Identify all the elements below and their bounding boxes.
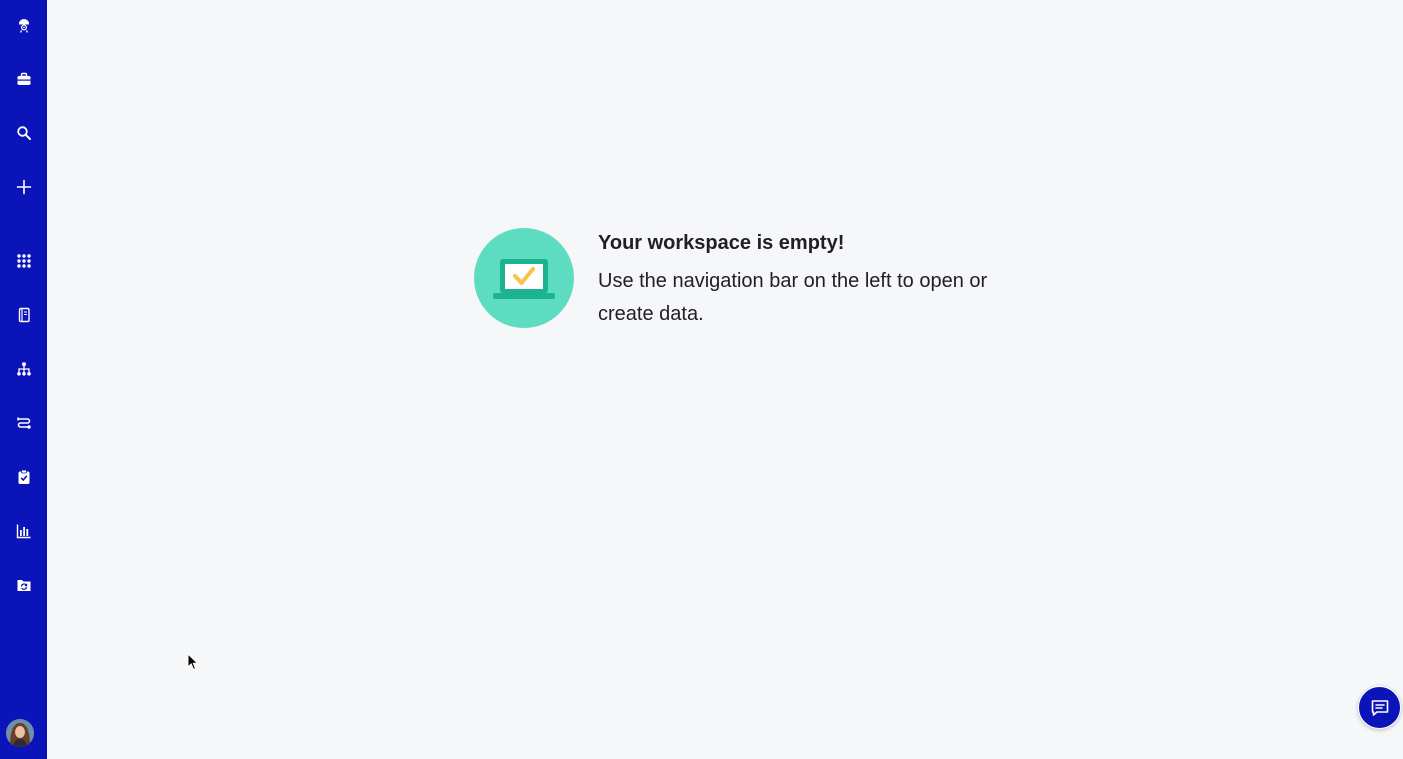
briefcase-icon [17, 72, 30, 85]
empty-state: Your workspace is empty! Use the navigat… [474, 228, 994, 338]
sidebar-item-notebook[interactable] [0, 295, 47, 335]
astronaut-logo-icon [18, 19, 29, 33]
sidebar-item-hierarchy[interactable] [0, 349, 47, 389]
sidebar-item-flows[interactable] [0, 403, 47, 443]
flow-icon [16, 417, 31, 429]
user-avatar[interactable] [6, 719, 34, 747]
sidebar-item-apps[interactable] [0, 241, 47, 281]
hierarchy-icon [16, 362, 31, 376]
chat-icon [1371, 699, 1388, 716]
laptop-check-icon [474, 228, 574, 328]
search-icon [16, 126, 31, 140]
avatar-photo [6, 719, 34, 747]
sidebar-item-tasks[interactable] [0, 457, 47, 497]
clipboard-check-icon [18, 469, 29, 484]
sidebar-item-search[interactable] [0, 113, 47, 153]
sidebar-logo[interactable] [0, 5, 47, 45]
chat-button[interactable] [1358, 686, 1401, 729]
mouse-cursor-icon [187, 653, 199, 671]
sidebar-item-sync[interactable] [0, 565, 47, 605]
empty-state-title: Your workspace is empty! [598, 232, 845, 254]
bar-chart-icon [16, 524, 30, 539]
apps-grid-icon [16, 254, 31, 268]
empty-state-description: Use the navigation bar on the left to op… [598, 270, 988, 325]
sidebar-item-briefcase[interactable] [0, 59, 47, 99]
sidebar-nav [0, 0, 47, 759]
notebook-icon [18, 307, 30, 323]
plus-icon [16, 179, 31, 195]
sidebar-item-reports[interactable] [0, 511, 47, 551]
folder-sync-icon [17, 580, 30, 591]
sidebar-item-create[interactable] [0, 167, 47, 207]
